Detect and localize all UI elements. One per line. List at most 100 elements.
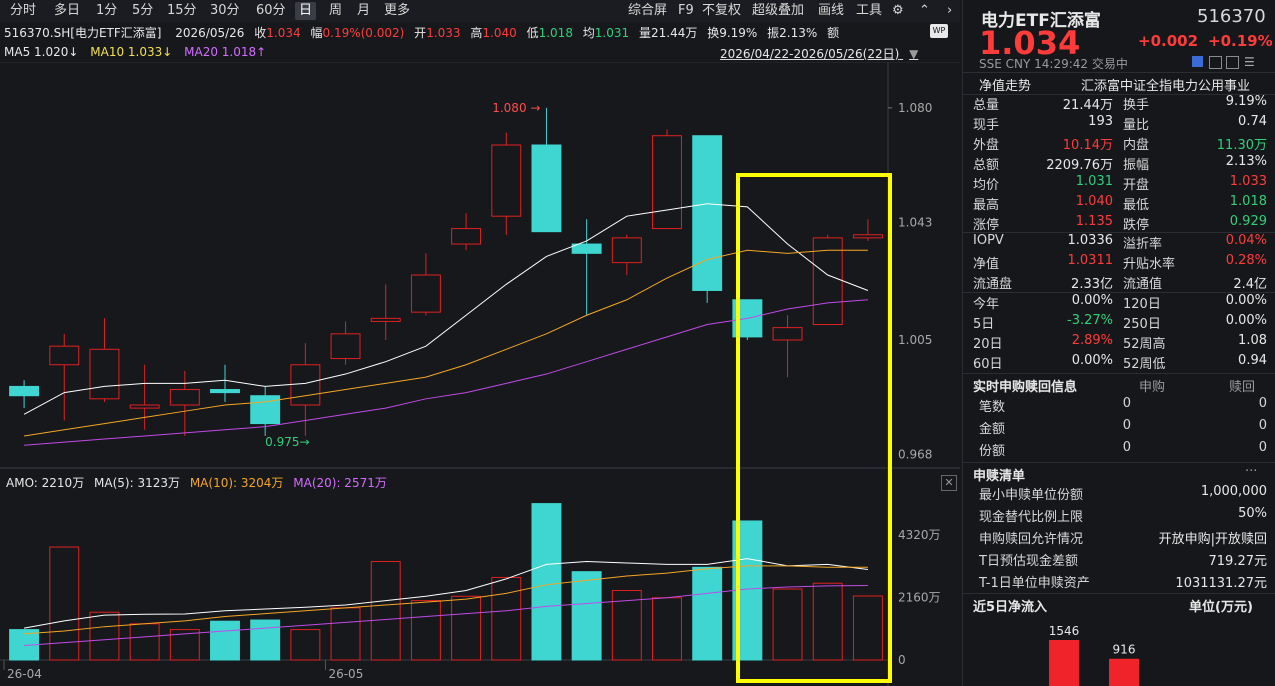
- stat-value: 21.44万: [1062, 98, 1113, 113]
- period-tab-2[interactable]: 1分: [92, 2, 121, 20]
- stat-label: 溢折率: [1123, 237, 1163, 252]
- stat-label: 开盘: [1123, 178, 1150, 193]
- stat-label: 60日: [973, 357, 1003, 372]
- stat-value: 2.89%: [1071, 333, 1113, 348]
- window-icon[interactable]: [1209, 56, 1222, 69]
- volume-bar-13: [531, 503, 562, 661]
- date-label: 2026/05/26: [175, 26, 245, 40]
- subscribe-value: 0: [1258, 418, 1267, 433]
- tool-item-1[interactable]: F9: [674, 2, 698, 20]
- inflow-value-0: 1546: [1049, 624, 1080, 638]
- stat-label: 总额: [973, 158, 1000, 173]
- gear-icon[interactable]: ⚙: [888, 2, 908, 20]
- stat-row: 今年 0.00% 120日 0.00%: [973, 293, 1267, 313]
- inflow-chart: 1546 916: [1049, 624, 1139, 686]
- date-range-label[interactable]: 2026/04/22-2026/05/26(22日) ▼: [720, 45, 918, 62]
- candle-body-1: [49, 345, 80, 366]
- stat-value: 0.929: [1229, 214, 1267, 229]
- period-tab-6[interactable]: 60分: [252, 2, 290, 20]
- list-label: 最小申赎单位份额: [979, 488, 1084, 503]
- high-annotation: 1.080 →: [492, 101, 540, 115]
- period-tab-3[interactable]: 5分: [128, 2, 157, 20]
- close-value: 1.034: [266, 26, 301, 40]
- list-value: 1031131.27元: [1175, 576, 1267, 591]
- popout-icon[interactable]: [1226, 56, 1239, 69]
- stat-value: 0.00%: [1225, 293, 1267, 308]
- volume-bar-2: [89, 611, 120, 661]
- stat-value: 1.135: [1075, 214, 1113, 229]
- stat-row: 总量 21.44万 换手 9.19%: [973, 94, 1267, 114]
- candle-body-16: [652, 135, 682, 230]
- dropdown-arrow-icon[interactable]: ▼: [909, 47, 918, 61]
- stat-value: 0.00%: [1071, 353, 1113, 368]
- volume-bar-7: [290, 629, 321, 661]
- stat-row: 均价 1.031 开盘 1.033: [973, 174, 1267, 194]
- period-tab-7[interactable]: 日: [295, 2, 317, 20]
- stat-row: 净值 1.0311 升贴水率 0.28%: [973, 253, 1267, 273]
- stat-value: 10.14万: [1062, 138, 1113, 153]
- candle-body-11: [451, 228, 482, 245]
- wp-icon[interactable]: WP: [930, 24, 948, 38]
- stat-value: 11.30万: [1216, 138, 1267, 153]
- stat-row: 流通盘 2.33亿 流通值 2.4亿: [973, 273, 1267, 293]
- volume-bar-9: [370, 561, 401, 661]
- more-icon[interactable]: ···: [1245, 464, 1257, 479]
- nav-trend-link[interactable]: 净值走势: [979, 75, 1031, 94]
- subscribe-col: 申购: [1139, 380, 1166, 395]
- subscribe-value: 0: [1122, 440, 1131, 455]
- subscribe-label: 金额: [979, 422, 1006, 437]
- list-label: T日预估现金差额: [979, 554, 1078, 569]
- stat-value: -3.27%: [1067, 313, 1113, 328]
- list-title: 申赎清单: [973, 469, 1026, 484]
- volume-axis-label-0: 4320万: [898, 528, 941, 542]
- nav-right-icon[interactable]: ›: [943, 2, 956, 20]
- redeem-list-row: 申购赎回允许情况 开放申购|开放赎回: [973, 528, 1267, 548]
- high-value: 1.040: [482, 26, 517, 40]
- period-tab-4[interactable]: 15分: [163, 2, 201, 20]
- quote-panel: 电力ETF汇添富 516370 1.034 +0.002 +0.19% SSE …: [962, 0, 1275, 686]
- tool-item-4[interactable]: 画线: [814, 2, 848, 20]
- period-tab-10[interactable]: 更多: [380, 2, 414, 20]
- stat-label: 跌停: [1123, 218, 1150, 233]
- candle-body-17: [692, 135, 723, 291]
- period-tab-1[interactable]: 多日: [50, 2, 84, 20]
- tool-item-0[interactable]: 综合屏: [624, 2, 671, 20]
- market-meta: SSE CNY 14:29:42 交易中: [979, 57, 1128, 71]
- candle-body-14: [571, 243, 602, 254]
- open-value: 1.033: [426, 26, 461, 40]
- stat-row: 现手 193 量比 0.74: [973, 114, 1267, 134]
- stat-value: 2.4亿: [1233, 277, 1267, 292]
- period-tab-8[interactable]: 周: [325, 2, 346, 20]
- symbol-label: 516370.SH[电力ETF汇添富]: [4, 26, 162, 40]
- candle-body-4: [169, 389, 200, 406]
- subscribe-value: 0: [1122, 418, 1131, 433]
- stat-value: 1.031: [1075, 174, 1113, 189]
- candle-body-7: [290, 364, 321, 406]
- volume-bar-17: [692, 566, 723, 661]
- tool-item-3[interactable]: 超级叠加: [748, 2, 808, 20]
- up-icon[interactable]: ⌃: [915, 2, 934, 20]
- period-tab-5[interactable]: 30分: [206, 2, 244, 20]
- volume-legend: AMO: 2210万 MA(5): 3123万 MA(10): 3204万 MA…: [6, 474, 387, 491]
- stat-value: 9.19%: [1225, 94, 1267, 109]
- candle-body-13: [531, 144, 562, 233]
- tool-item-2[interactable]: 不复权: [698, 2, 745, 20]
- redeem-list-row: T日预估现金差额 719.27元: [973, 550, 1267, 570]
- close-volume-pane-icon[interactable]: ✕: [941, 475, 957, 491]
- stat-value: 193: [1088, 114, 1113, 129]
- period-tab-0[interactable]: 分时: [6, 2, 40, 20]
- edit-icon[interactable]: [1192, 56, 1203, 67]
- ma20-label: MA20 1.018↑: [184, 45, 267, 59]
- volume-bar-16: [652, 597, 682, 661]
- list-label: 现金替代比例上限: [979, 510, 1084, 525]
- subscribe-label: 份额: [979, 444, 1006, 459]
- period-tab-9[interactable]: 月: [353, 2, 374, 20]
- stat-label: 量比: [1123, 118, 1150, 133]
- tool-item-5[interactable]: 工具: [852, 2, 886, 20]
- stat-row: IOPV 1.0336 溢折率 0.04%: [973, 233, 1267, 253]
- volume-bar-11: [451, 595, 482, 661]
- menu-icon[interactable]: ☰: [1244, 55, 1255, 69]
- stat-label: 升贴水率: [1123, 257, 1176, 272]
- stat-value: 0.00%: [1225, 313, 1267, 328]
- stat-value: 1.08: [1238, 333, 1267, 348]
